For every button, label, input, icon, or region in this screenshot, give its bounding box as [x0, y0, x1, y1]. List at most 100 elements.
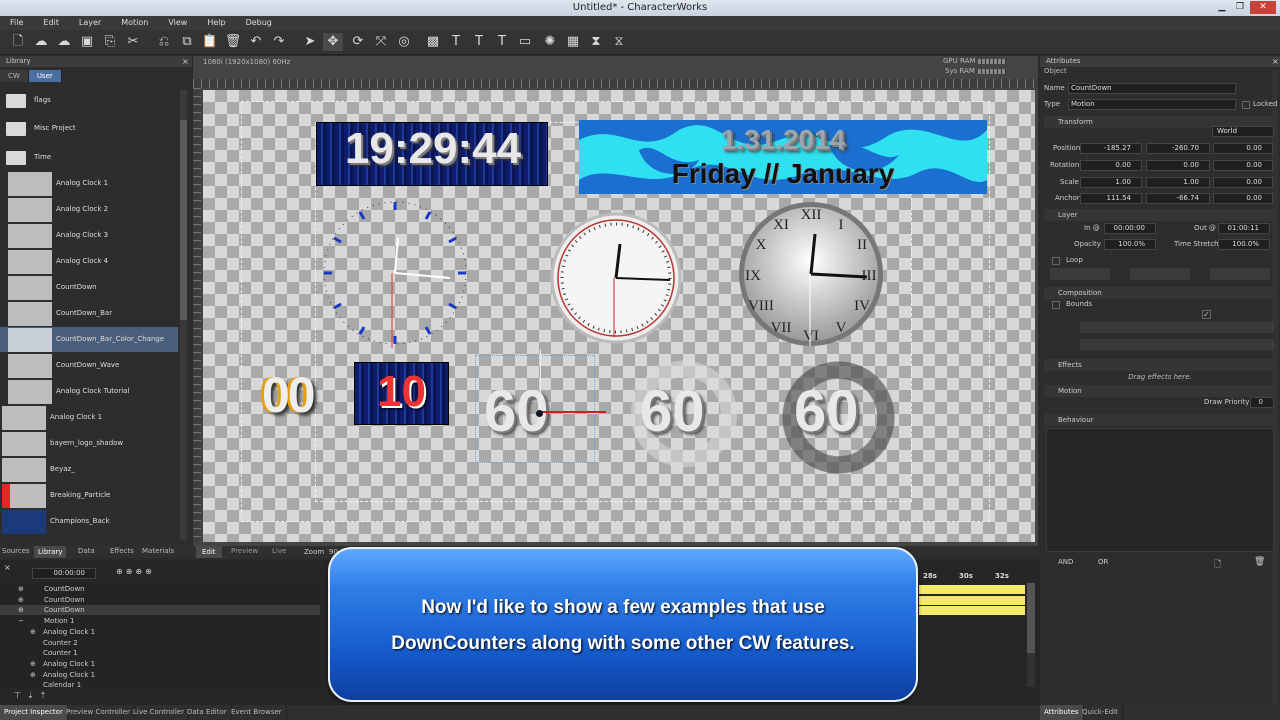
- clock-icon[interactable]: ✺: [540, 33, 560, 51]
- library-item[interactable]: Breaking_Particle: [0, 483, 172, 508]
- library-item[interactable]: Analog Clock 4: [0, 249, 178, 274]
- gizmo-x-axis[interactable]: [540, 411, 606, 413]
- analog-clock-white[interactable]: [550, 212, 682, 344]
- keyframe-nav-icon[interactable]: ⊕⊕⊕⊕: [116, 567, 155, 576]
- library-item[interactable]: CountDown_Wave: [0, 353, 178, 378]
- time-stretch-field[interactable]: 100.0%: [1218, 239, 1270, 250]
- menu-file[interactable]: File: [0, 16, 33, 30]
- track-collapse-icon[interactable]: −: [18, 617, 24, 628]
- library-item[interactable]: Champions_Back: [0, 509, 172, 534]
- menu-help[interactable]: Help: [197, 16, 235, 30]
- library-item[interactable]: CountDown_Bar: [0, 301, 178, 326]
- folder-time[interactable]: Time: [4, 147, 174, 171]
- tab-sources[interactable]: Sources: [2, 547, 30, 555]
- library-item-selected[interactable]: CountDown_Bar_Color_Change: [0, 327, 178, 352]
- clip-checkbox[interactable]: ✓: [1202, 310, 1211, 319]
- undo-icon[interactable]: ↶: [246, 33, 266, 51]
- tab-live[interactable]: Live: [272, 547, 286, 555]
- scale-icon[interactable]: ⤧: [371, 33, 391, 51]
- track-motion[interactable]: Motion 1: [44, 617, 74, 628]
- cut-icon[interactable]: ⎌: [154, 33, 174, 51]
- track-expand-icon[interactable]: ⊕: [18, 606, 24, 617]
- track-countdown-selected[interactable]: CountDown: [44, 606, 85, 617]
- paste-icon[interactable]: 📋: [200, 33, 220, 51]
- tab-edit[interactable]: Edit: [196, 546, 222, 558]
- timeline-clip[interactable]: [919, 585, 1025, 594]
- timeline-clip[interactable]: [919, 606, 1025, 615]
- tab-effects[interactable]: Effects: [110, 547, 134, 555]
- bounds-checkbox[interactable]: [1052, 301, 1060, 309]
- add-text-3-icon[interactable]: T: [492, 33, 512, 51]
- track-actions-icons[interactable]: ⊤⇣⇡: [14, 691, 52, 700]
- counter-gold[interactable]: 00: [262, 366, 316, 424]
- delete-icon[interactable]: 🗑: [223, 33, 243, 51]
- analog-clock-roman[interactable]: XIIIIIIII IVVVIVII VIIIIXXXI: [737, 198, 885, 350]
- tab-preview[interactable]: Preview: [231, 547, 258, 555]
- calendar-icon[interactable]: ▦: [563, 33, 583, 51]
- export-icon[interactable]: ⎘: [100, 33, 120, 51]
- scale-y[interactable]: 1.00: [1146, 177, 1210, 188]
- move-icon[interactable]: ✥: [323, 33, 343, 51]
- track-expand-icon[interactable]: ⊕: [18, 585, 24, 596]
- gizmo-y-axis[interactable]: [540, 350, 541, 416]
- position-y[interactable]: -260.70: [1146, 143, 1210, 154]
- tab-cw[interactable]: CW: [0, 70, 29, 82]
- library-item[interactable]: Analog Clock 3: [0, 223, 178, 248]
- hourglass-down-icon[interactable]: ⧖: [609, 33, 629, 51]
- counter-light-ring[interactable]: 60: [640, 378, 705, 445]
- tab-user[interactable]: User: [28, 70, 62, 82]
- position-x[interactable]: -185.27: [1080, 143, 1142, 154]
- timeline-scrollbar[interactable]: [1027, 583, 1035, 687]
- cloud-download-icon[interactable]: ☁: [54, 33, 74, 51]
- anchor-icon[interactable]: ◎: [394, 33, 414, 51]
- menu-view[interactable]: View: [158, 16, 197, 30]
- cloud-upload-icon[interactable]: ☁: [31, 33, 51, 51]
- new-behaviour-icon[interactable]: 🗋: [1214, 557, 1221, 573]
- rotate-icon[interactable]: ⟳: [348, 33, 368, 51]
- rotation-y[interactable]: 0.00: [1146, 160, 1210, 171]
- anchor-x[interactable]: 111.54: [1080, 193, 1142, 204]
- library-item[interactable]: Analog Clock Tutorial: [0, 379, 178, 404]
- track-analog-clock[interactable]: Analog Clock 1: [43, 660, 95, 671]
- out-field[interactable]: 01:00:11: [1218, 223, 1270, 234]
- counter-dark-ring[interactable]: 60: [794, 378, 859, 445]
- library-item[interactable]: Analog Clock 2: [0, 197, 178, 222]
- analog-clock-dots[interactable]: [320, 198, 470, 348]
- tab-data-editor[interactable]: Data Editor: [183, 705, 232, 720]
- scale-z[interactable]: 0.00: [1213, 177, 1273, 188]
- ticker-icon[interactable]: ▭: [515, 33, 535, 51]
- add-text-icon[interactable]: T: [446, 33, 466, 51]
- new-file-icon[interactable]: 🗋: [8, 33, 28, 51]
- behaviour-list[interactable]: [1046, 428, 1274, 552]
- tab-preview-controller[interactable]: Preview Controller: [62, 705, 135, 720]
- image-icon[interactable]: ▣: [77, 33, 97, 51]
- type-field[interactable]: Motion: [1068, 99, 1236, 110]
- library-item[interactable]: bayern_logo_shadow: [0, 431, 172, 456]
- anchor-y[interactable]: -66.74: [1146, 193, 1210, 204]
- layer-section[interactable]: Layer: [1044, 209, 1276, 221]
- composition-section[interactable]: Composition: [1044, 287, 1276, 299]
- draw-priority-field[interactable]: 0: [1250, 397, 1274, 408]
- library-item[interactable]: Analog Clock 1: [0, 405, 172, 430]
- tab-library[interactable]: Library: [34, 546, 67, 558]
- close-icon[interactable]: ×: [4, 563, 11, 572]
- library-item[interactable]: CountDown: [0, 275, 178, 300]
- rotation-z[interactable]: 0.00: [1213, 160, 1273, 171]
- hourglass-icon[interactable]: ⧗: [586, 33, 606, 51]
- loop-checkbox[interactable]: [1052, 257, 1060, 265]
- rotation-x[interactable]: 0.00: [1080, 160, 1142, 171]
- in-field[interactable]: 00:00:00: [1104, 223, 1156, 234]
- delete-behaviour-icon[interactable]: 🗑: [1254, 557, 1265, 567]
- anchor-z[interactable]: 0.00: [1213, 193, 1273, 204]
- track-countdown[interactable]: CountDown: [44, 585, 85, 596]
- timeline-clip[interactable]: [919, 596, 1025, 605]
- tools-icon[interactable]: ✂: [123, 33, 143, 51]
- effects-section[interactable]: Effects: [1044, 359, 1276, 371]
- position-z[interactable]: 0.00: [1213, 143, 1273, 154]
- library-scrollbar[interactable]: [180, 90, 187, 540]
- menu-debug[interactable]: Debug: [236, 16, 282, 30]
- track-analog-clock[interactable]: Analog Clock 1: [43, 628, 95, 639]
- maximize-button[interactable]: ❐: [1232, 1, 1248, 14]
- close-button[interactable]: ✕: [1250, 1, 1276, 14]
- timeline-time-field[interactable]: 00:00:00: [32, 568, 96, 579]
